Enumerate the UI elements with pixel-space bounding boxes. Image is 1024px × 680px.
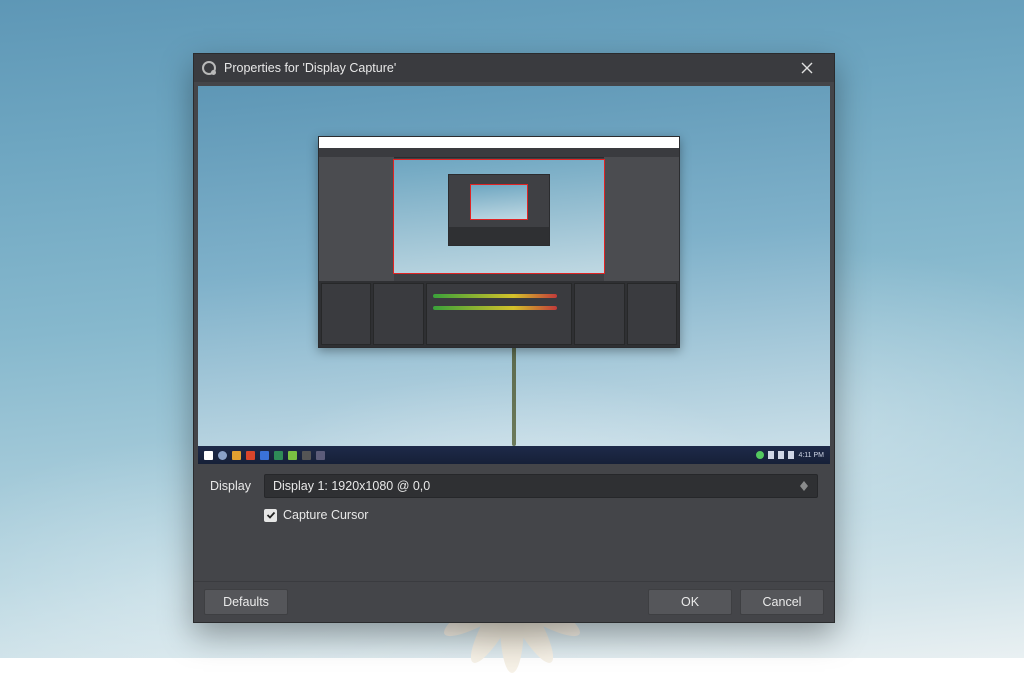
source-preview: 4:11 PM <box>198 86 830 464</box>
cancel-button[interactable]: Cancel <box>740 589 824 615</box>
preview-taskbar: 4:11 PM <box>198 446 830 464</box>
tray-time: 4:11 PM <box>798 452 824 459</box>
app-icon-4 <box>288 451 297 460</box>
defaults-button[interactable]: Defaults <box>204 589 288 615</box>
properties-dialog: Properties for 'Display Capture' <box>193 53 835 623</box>
app-icon-3 <box>274 451 283 460</box>
ok-button[interactable]: OK <box>648 589 732 615</box>
cortana-icon <box>218 451 227 460</box>
dialog-title: Properties for 'Display Capture' <box>224 61 396 75</box>
capture-cursor-label[interactable]: Capture Cursor <box>283 508 368 522</box>
close-icon <box>801 62 813 74</box>
capture-cursor-checkbox[interactable] <box>264 509 277 522</box>
properties-form: Display Display 1: 1920x1080 @ 0,0 Captu… <box>198 464 830 528</box>
select-stepper-icon <box>797 479 811 493</box>
app-icon-6 <box>316 451 325 460</box>
start-icon <box>204 451 213 460</box>
display-label: Display <box>210 479 252 493</box>
dialog-titlebar[interactable]: Properties for 'Display Capture' <box>194 54 834 82</box>
preview-inner-window <box>318 136 680 348</box>
app-icon-2 <box>260 451 269 460</box>
app-icon-5 <box>302 451 311 460</box>
check-icon <box>266 510 276 520</box>
capture-cursor-row: Capture Cursor <box>210 508 818 522</box>
app-icon-1 <box>246 451 255 460</box>
display-select-value: Display 1: 1920x1080 @ 0,0 <box>273 479 430 493</box>
dialog-button-bar: Defaults OK Cancel <box>194 581 834 622</box>
display-select[interactable]: Display 1: 1920x1080 @ 0,0 <box>264 474 818 498</box>
explorer-icon <box>232 451 241 460</box>
close-button[interactable] <box>786 54 828 82</box>
obs-icon <box>202 61 216 75</box>
system-tray: 4:11 PM <box>756 451 824 459</box>
display-row: Display Display 1: 1920x1080 @ 0,0 <box>210 474 818 498</box>
